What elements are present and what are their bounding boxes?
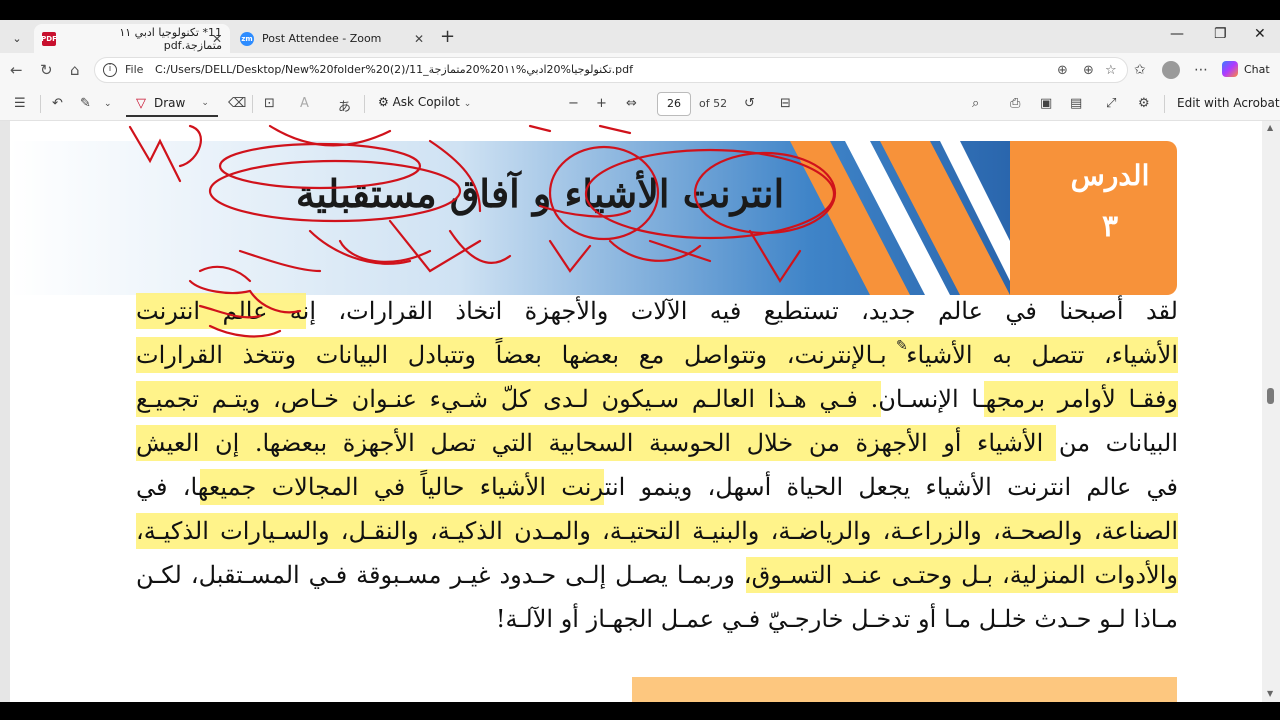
draw-pen-icon: ▽: [136, 95, 146, 111]
copilot-dropdown-icon: ⌄: [463, 99, 472, 109]
draw-dropdown-icon[interactable]: ⌄: [201, 98, 209, 108]
paragraph-line: الصناعة، والصحـة، والزراعـة، والرياضـة، …: [136, 509, 1178, 553]
chat-label: Chat: [1244, 62, 1270, 76]
paragraph-line: في عالم انترنت الأشياء يجعل الحياة أسهل،…: [136, 465, 1178, 509]
restore-icon[interactable]: ❐: [1214, 26, 1227, 42]
paragraph-line: لقد أصبحنا في عالم جديد، تستطيع فيه الآل…: [136, 289, 1178, 333]
lesson-number: ٣: [1101, 209, 1119, 244]
separator: [252, 95, 253, 113]
pdf-page: الدرس ٣ انترنت الأشياء و آفاق مستقبلية ل…: [10, 121, 1262, 702]
ask-copilot-button[interactable]: ⚙ Ask Copilot ⌄: [378, 95, 471, 109]
scroll-down-icon[interactable]: ▼: [1267, 689, 1273, 698]
page-number-input[interactable]: 26: [657, 92, 691, 116]
contents-list-icon[interactable]: ☰: [14, 96, 26, 111]
lesson-title: انترنت الأشياء و آفاق مستقبلية: [295, 171, 785, 216]
tab-actions-chevron-icon[interactable]: ⌄: [6, 27, 28, 49]
reload-icon[interactable]: ↻: [40, 61, 53, 79]
search-icon[interactable]: ⌕: [972, 96, 979, 111]
favorites-icon[interactable]: ✩: [1134, 62, 1146, 78]
separator: [40, 95, 41, 113]
rotate-icon[interactable]: ↺: [744, 96, 755, 111]
vertical-scroll-thumb[interactable]: [1267, 388, 1274, 404]
read-aloud-icon[interactable]: A: [300, 96, 309, 111]
pdf-file-icon: PDF: [41, 31, 57, 46]
save-icon[interactable]: ▣: [1040, 96, 1052, 111]
zoom-icon: zm: [240, 31, 254, 46]
url-scheme-label: File: [125, 63, 144, 76]
paragraph-line: مـاذا لـو حـدث خلـل مـا أو تدخـل خارجـيّ…: [495, 605, 1178, 633]
save-as-icon[interactable]: ▤: [1070, 96, 1082, 111]
tab-zoom-label: Post Attendee - Zoom: [262, 32, 382, 45]
pdf-toolbar: ☰ ↶ ✎ ⌄ ▽ Draw ⌄ ⌫ ⊡ A あ ⚙ Ask Copilot ⌄…: [0, 87, 1280, 121]
screen: ⌄ PDF 11* تكنولوجيا ادبي ١١ متمازجة.pdf …: [0, 0, 1280, 720]
highlight-dropdown-icon[interactable]: ⌄: [104, 99, 112, 109]
page-view-icon[interactable]: ⊟: [780, 96, 791, 111]
lesson-paragraph: لقد أصبحنا في عالم جديد، تستطيع فيه الآل…: [136, 289, 1178, 641]
more-menu-icon[interactable]: ⋯: [1194, 62, 1208, 78]
draw-label: Draw: [154, 96, 186, 110]
minimize-icon[interactable]: —: [1170, 26, 1184, 42]
paragraph-line: البيانات من الأشياء أو الأجهزة من خلال ا…: [136, 421, 1178, 465]
browser-window: ⌄ PDF 11* تكنولوجيا ادبي ١١ متمازجة.pdf …: [0, 20, 1280, 702]
print-icon[interactable]: ⎙: [1010, 96, 1020, 111]
undo-icon[interactable]: ↶: [52, 96, 63, 111]
copilot-chat-button[interactable]: Chat: [1222, 61, 1270, 77]
lesson-banner: [10, 141, 1010, 295]
draw-button[interactable]: ▽ Draw ⌄: [126, 91, 218, 117]
translate-icon[interactable]: あ: [338, 96, 351, 115]
close-tab-icon[interactable]: ✕: [212, 32, 222, 46]
settings-gear-icon[interactable]: ⚙: [1138, 96, 1150, 111]
page-total: of 52: [699, 97, 728, 110]
favorite-star-icon[interactable]: ☆: [1105, 63, 1117, 78]
zoom-out-icon[interactable]: −: [568, 96, 579, 111]
separator: [364, 95, 365, 113]
paragraph-line: وفقـا لأوامر برمجهـا الإنسـان. فـي هـذا …: [136, 377, 1178, 421]
url-text[interactable]: C:/Users/DELL/Desktop/New%20folder%20(2)…: [155, 63, 633, 76]
new-tab-plus-icon[interactable]: +: [440, 26, 455, 47]
next-section-box: [632, 677, 1177, 702]
paragraph-line: الأشياء، تتصل به الأشياء بـالإنترنت، وتت…: [136, 333, 1178, 377]
tab-pdf[interactable]: PDF 11* تكنولوجيا ادبي ١١ متمازجة.pdf ✕: [34, 24, 230, 53]
text-box-icon[interactable]: ⊡: [264, 96, 275, 111]
back-arrow-icon[interactable]: ←: [10, 61, 23, 79]
separator: [1164, 95, 1165, 113]
pdf-viewer: الدرس ٣ انترنت الأشياء و آفاق مستقبلية ل…: [0, 121, 1280, 702]
eraser-icon[interactable]: ⌫: [228, 96, 246, 111]
extensions-icon[interactable]: ⊕: [1057, 63, 1068, 78]
scroll-up-icon[interactable]: ▲: [1267, 123, 1273, 132]
copilot-label: Ask Copilot: [392, 95, 460, 109]
copilot-icon: [1222, 61, 1238, 77]
close-window-icon[interactable]: ✕: [1254, 26, 1266, 42]
paragraph-line: والأدوات المنزلية، بـل وحتـى عنـد التسـو…: [136, 553, 1178, 597]
pen-cursor-icon: ✎: [896, 338, 908, 354]
close-tab-icon[interactable]: ✕: [414, 32, 424, 46]
fullscreen-icon[interactable]: ⤢: [1106, 96, 1116, 111]
zoom-in-icon[interactable]: +: [596, 96, 607, 111]
info-icon[interactable]: i: [103, 63, 117, 77]
tab-strip: ⌄ PDF 11* تكنولوجيا ادبي ١١ متمازجة.pdf …: [0, 20, 1280, 53]
edit-with-acrobat-button[interactable]: Edit with Acrobat: [1177, 96, 1280, 110]
lesson-label: الدرس: [1070, 159, 1150, 192]
tab-zoom[interactable]: zm Post Attendee - Zoom ✕: [232, 24, 432, 53]
zoom-magnifier-icon[interactable]: ⊕: [1083, 63, 1094, 78]
tab-pdf-label: 11* تكنولوجيا ادبي ١١ متمازجة.pdf: [119, 25, 222, 52]
vertical-scrollbar[interactable]: ▲ ▼: [1262, 121, 1280, 702]
fit-page-icon[interactable]: ⇔: [626, 96, 637, 111]
home-icon[interactable]: ⌂: [70, 61, 80, 79]
navigation-bar: ← ↻ ⌂ i File C:/Users/DELL/Desktop/New%2…: [0, 53, 1280, 87]
highlight-icon[interactable]: ✎: [80, 96, 91, 111]
address-bar[interactable]: i File C:/Users/DELL/Desktop/New%20folde…: [94, 57, 1128, 83]
profile-avatar[interactable]: [1162, 61, 1180, 79]
copilot-icon: ⚙: [378, 95, 389, 109]
